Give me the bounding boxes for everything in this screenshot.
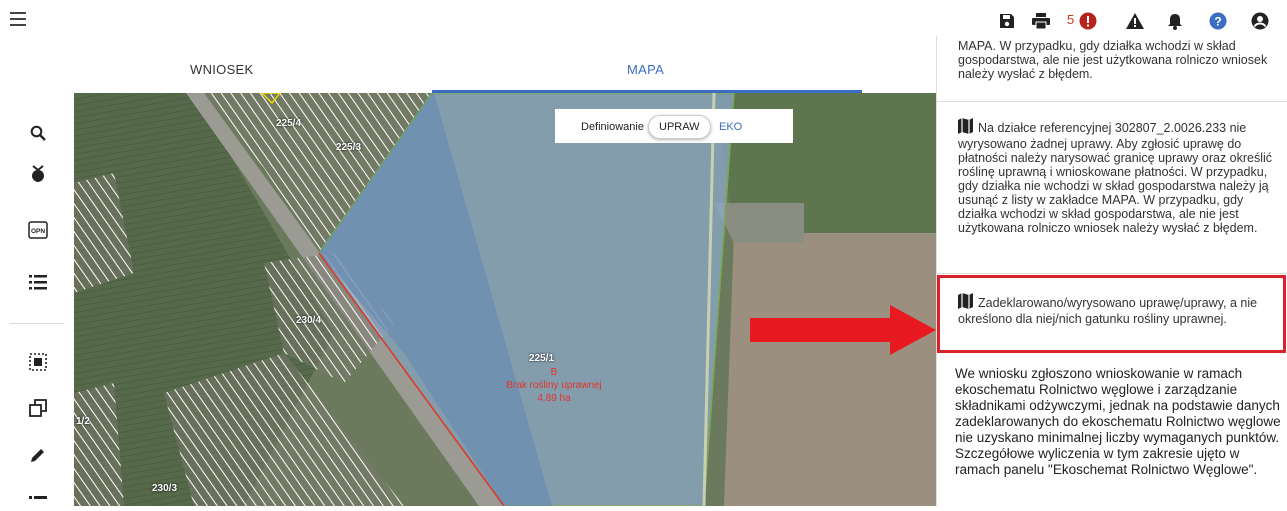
define-eko-button[interactable]: EKO <box>719 121 742 133</box>
selected-parcel-area: 4.89 ha <box>537 393 571 404</box>
selected-parcel-number: 225/1 <box>529 353 555 364</box>
map-view[interactable]: 225/4 225/3 230/4 1/2 230/3 225/1 B Brak… <box>74 93 936 506</box>
parcel-label: 230/4 <box>296 315 322 326</box>
search-icon[interactable] <box>27 122 49 144</box>
tab-wniosek[interactable]: WNIOSEK <box>190 62 254 77</box>
sidebar-divider <box>10 323 64 324</box>
print-icon[interactable] <box>1030 10 1052 32</box>
define-toggle: Definiowanie UPRAW EKO <box>555 109 793 143</box>
error-icon[interactable] <box>1077 10 1099 32</box>
define-upraw-button[interactable]: UPRAW <box>648 115 711 139</box>
map-imagery <box>74 93 936 506</box>
parcel-label: 225/4 <box>276 118 302 129</box>
message-text: Na działce referencyjnej 302807_2.0026.2… <box>958 121 1273 235</box>
bell-icon[interactable] <box>1164 10 1186 32</box>
parcel-label: 225/3 <box>336 142 362 153</box>
help-icon[interactable]: ? <box>1207 10 1229 32</box>
message-item: Na działce referencyjnej 302807_2.0026.2… <box>937 101 1287 274</box>
selected-parcel-crop: B <box>550 367 558 378</box>
define-label: Definiowanie <box>581 121 644 133</box>
select-area-icon[interactable] <box>27 351 49 373</box>
error-count: 5 <box>1067 12 1075 27</box>
ecoscheme-message: We wniosku zgłoszono wnioskowanie w rama… <box>955 366 1281 477</box>
red-arrow-icon <box>750 305 936 355</box>
map-icon <box>958 118 973 137</box>
list-icon[interactable] <box>27 271 49 293</box>
warning-icon[interactable] <box>1124 10 1146 32</box>
highlight-frame <box>937 275 1286 353</box>
sidebar: OPN <box>0 93 74 506</box>
more-list-icon[interactable] <box>27 489 49 511</box>
parcel-label: 230/3 <box>152 483 178 494</box>
parcel-label: 1/2 <box>76 416 90 427</box>
edit-icon[interactable] <box>27 444 49 466</box>
svg-text:OPN: OPN <box>31 228 45 235</box>
opn-icon[interactable]: OPN <box>27 219 49 241</box>
save-icon[interactable] <box>996 10 1018 32</box>
selected-parcel-status: Brak rośliny uprawnej <box>506 380 602 391</box>
message-item: MAPA. W przypadku, gdy działka wchodzi w… <box>937 36 1287 102</box>
menu-icon[interactable] <box>10 12 26 26</box>
tab-mapa[interactable]: MAPA <box>627 62 664 77</box>
svg-text:?: ? <box>1214 15 1221 29</box>
copy-icon[interactable] <box>27 397 49 419</box>
plant-icon[interactable] <box>27 163 49 185</box>
message-text: MAPA. W przypadku, gdy działka wchodzi w… <box>958 39 1268 81</box>
account-icon[interactable] <box>1249 10 1271 32</box>
messages-panel: MAPA. W przypadku, gdy działka wchodzi w… <box>936 36 1287 506</box>
